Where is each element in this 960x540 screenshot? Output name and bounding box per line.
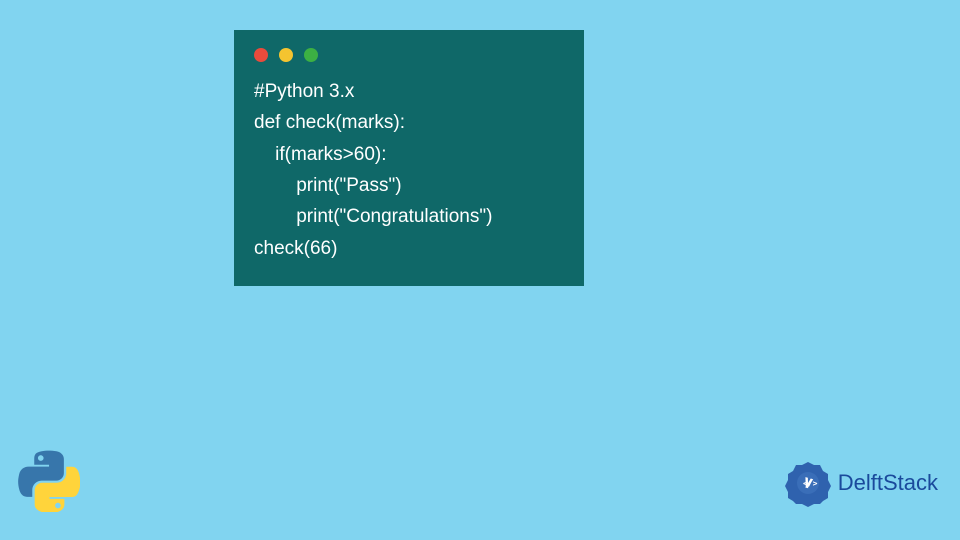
delftstack-logo: </> DelftStack	[783, 458, 938, 508]
code-window: #Python 3.x def check(marks): if(marks>6…	[234, 30, 584, 286]
maximize-icon	[304, 48, 318, 62]
code-line: #Python 3.x	[254, 81, 354, 102]
code-line: print("Pass")	[254, 175, 402, 196]
minimize-icon	[279, 48, 293, 62]
code-line: def check(marks):	[254, 112, 405, 133]
window-traffic-lights	[254, 48, 564, 62]
delftstack-emblem-icon: </>	[783, 458, 833, 508]
close-icon	[254, 48, 268, 62]
code-content: #Python 3.x def check(marks): if(marks>6…	[254, 76, 564, 264]
code-line: check(66)	[254, 238, 337, 259]
code-line: if(marks>60):	[254, 144, 387, 165]
svg-text:</>: </>	[803, 479, 818, 488]
code-line: print("Congratulations")	[254, 206, 492, 227]
brand-name: DelftStack	[838, 470, 938, 496]
python-logo-icon	[18, 450, 80, 512]
